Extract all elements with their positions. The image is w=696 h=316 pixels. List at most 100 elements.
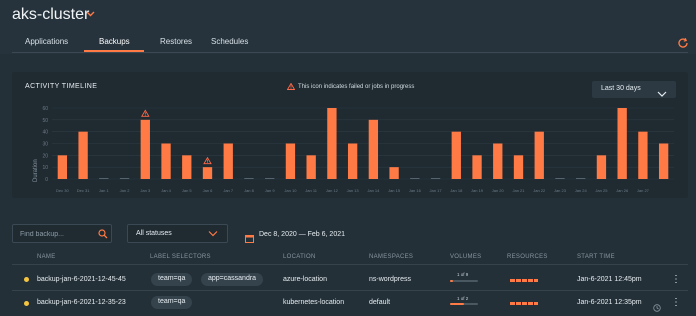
x-tick-label: Jan 11 (305, 188, 317, 193)
calendar-icon[interactable] (245, 230, 254, 243)
x-tick-label: Dec 31 (77, 188, 90, 193)
chart-bar[interactable] (78, 131, 88, 179)
legend-text: This icon indicates failed or jobs in pr… (298, 84, 415, 90)
chart-bar[interactable] (285, 143, 296, 180)
x-tick-label: Jan 8 (244, 188, 255, 193)
y-tick-label: 40 (42, 130, 48, 136)
chart-bar[interactable] (327, 108, 337, 179)
x-tick-label: Jan 6 (203, 188, 214, 193)
x-tick-label: Jan 5 (182, 188, 193, 193)
chart-bar[interactable] (451, 131, 461, 179)
chart-bar[interactable] (140, 119, 150, 179)
chart-bar[interactable] (638, 131, 648, 179)
tab-applications[interactable]: Applications (25, 37, 68, 46)
y-tick-label: 20 (42, 153, 48, 159)
location-value: azure-location (283, 276, 327, 283)
x-tick-label: Jan 3 (140, 188, 151, 193)
chart-bar[interactable] (596, 155, 607, 179)
x-tick-label: Jan 27 (637, 188, 650, 193)
x-tick-label: Jan 24 (575, 188, 588, 193)
y-tick-label: 50 (42, 118, 48, 124)
start-time-value: Jan-6-2021 12:45pm (577, 276, 642, 283)
search-box[interactable] (12, 224, 112, 243)
column-header-name[interactable]: NAME (37, 254, 56, 260)
refresh-icon[interactable] (677, 36, 689, 48)
tab-schedules[interactable]: Schedules (211, 37, 248, 46)
x-tick-label: Jan 16 (409, 188, 422, 193)
chart-bar[interactable] (389, 167, 399, 179)
start-time-value: Jan-6-2021 12:35pm (577, 299, 642, 306)
x-tick-label: Jan 9 (265, 188, 276, 193)
chart-legend: This icon indicates failed or jobs in pr… (286, 82, 415, 90)
kebab-menu-icon[interactable]: ⋮ (671, 298, 681, 308)
volumes-progress-fill (450, 280, 454, 282)
x-tick-label: Jan 26 (616, 188, 629, 193)
y-axis-label: Duration (33, 159, 39, 182)
header-divider (12, 264, 688, 265)
column-header-volumes[interactable]: VOLUMES (450, 254, 481, 260)
status-indicator (24, 277, 29, 282)
time-range-value: Last 30 days (601, 85, 641, 92)
y-tick-label: 10 (42, 165, 48, 171)
chart-bar[interactable] (161, 143, 171, 180)
chart-bar-empty (555, 178, 565, 179)
x-tick-label: Jan 19 (471, 188, 484, 193)
x-tick-label: Jan 20 (492, 188, 505, 193)
status-filter-select[interactable]: All statuses (127, 224, 228, 243)
column-header-start-time[interactable]: START TIME (577, 254, 615, 260)
volumes-progress (450, 280, 478, 282)
x-tick-label: Jan 25 (595, 188, 608, 193)
namespace-value: default (369, 299, 391, 306)
label-chip: app=cassandra (201, 273, 264, 286)
search-icon[interactable] (98, 229, 108, 239)
warning-icon[interactable] (203, 156, 212, 165)
backup-name[interactable]: backup-jan-6-2021-12-35-23 (37, 299, 126, 306)
warning-icon (286, 82, 296, 90)
x-tick-label: Jan 14 (367, 188, 380, 193)
chart-bar-empty (430, 178, 441, 179)
column-header-resources[interactable]: RESOURCES (507, 254, 548, 260)
date-range-picker[interactable]: Dec 8, 2020 — Feb 6, 2021 (259, 231, 345, 238)
kebab-menu-icon[interactable]: ⋮ (671, 275, 681, 285)
tab-backups[interactable]: Backups (99, 37, 130, 46)
chart-bar[interactable] (368, 119, 379, 179)
chart-bar[interactable] (658, 143, 669, 180)
x-tick-label: Jan 2 (120, 188, 131, 193)
chart-bar[interactable] (493, 143, 503, 180)
column-header-label-selectors[interactable]: LABEL SELECTORS (150, 254, 211, 260)
chart-bar[interactable] (223, 143, 233, 180)
y-tick-label: 0 (45, 177, 48, 183)
chart-bar[interactable] (513, 155, 524, 179)
clock-icon[interactable] (653, 299, 661, 312)
chart-bar[interactable] (534, 131, 544, 179)
x-tick-label: Jan 22 (533, 188, 546, 193)
chart-bar-empty (576, 178, 586, 179)
volumes-count: 1 of 9 (457, 272, 469, 277)
column-header-namespaces[interactable]: NAMESPACES (369, 254, 413, 260)
cluster-title[interactable]: aks-cluster (12, 6, 89, 24)
backup-name[interactable]: backup-jan-6-2021-12-45-45 (37, 276, 126, 283)
x-tick-label: Jan 13 (347, 188, 360, 193)
x-tick-label: Jan 15 (388, 188, 401, 193)
chart-bar[interactable] (617, 108, 627, 179)
x-tick-label: Jan 4 (161, 188, 172, 193)
chart-bar[interactable] (306, 155, 316, 179)
column-header-location[interactable]: LOCATION (283, 254, 316, 260)
tab-restores[interactable]: Restores (160, 37, 192, 46)
label-chip: team=qa (151, 296, 193, 309)
chart-bar[interactable] (347, 143, 358, 180)
activity-bar-chart: 0 10 20 30 40 50 60 Dec 30 Dec 31 Jan 1 Jan 2 Jan 3… (33, 106, 674, 193)
chevron-down-icon[interactable] (86, 9, 95, 20)
chart-bar[interactable] (57, 155, 68, 179)
x-tick-label: Jan 7 (223, 188, 234, 193)
chart-bar[interactable] (202, 167, 213, 179)
chart-bar-empty (119, 178, 130, 179)
chevron-down-icon (208, 231, 218, 237)
warning-icon[interactable] (141, 109, 150, 117)
chart-bar[interactable] (182, 155, 192, 179)
chart-bar[interactable] (472, 155, 482, 179)
search-input[interactable] (20, 228, 92, 240)
y-tick-label: 30 (42, 142, 48, 148)
row-divider (12, 290, 688, 291)
chart-bar-empty (265, 178, 275, 179)
